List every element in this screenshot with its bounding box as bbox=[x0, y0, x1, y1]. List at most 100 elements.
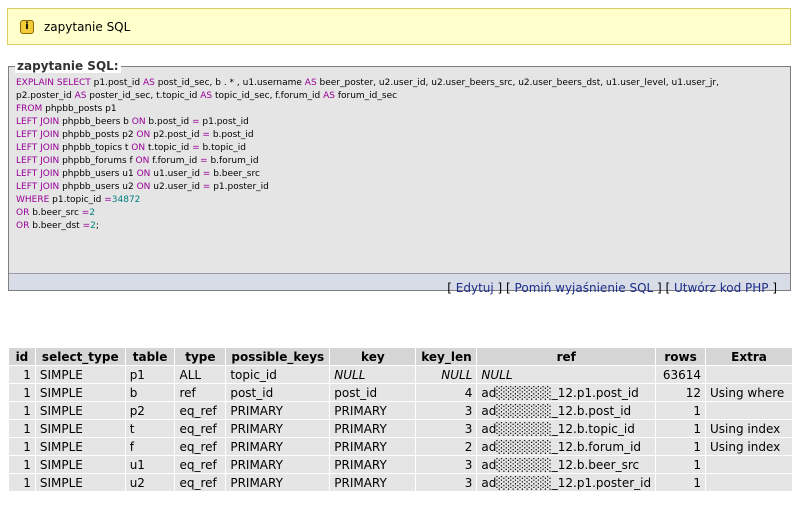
create-php-code-link[interactable]: Utwórz kod PHP bbox=[674, 281, 768, 295]
table-cell-type: eq_ref bbox=[175, 402, 226, 419]
table-cell-id: 1 bbox=[9, 456, 35, 473]
sql-keyword: = bbox=[192, 117, 200, 127]
table-cell-possible-keys: post_id bbox=[226, 384, 330, 401]
sql-line: OR b.beer_dst =2; bbox=[16, 220, 783, 233]
table-cell-select-type: SIMPLE bbox=[35, 402, 125, 419]
table-cell-table: b bbox=[125, 384, 175, 401]
table-cell-table: f bbox=[125, 438, 175, 455]
table-cell-rows: 12 bbox=[656, 384, 706, 401]
column-header-possible-keys: possible_keys bbox=[226, 348, 330, 365]
table-cell-type: ref bbox=[175, 384, 226, 401]
table-cell-possible-keys: PRIMARY bbox=[226, 474, 330, 491]
sql-text: p1.post_id bbox=[90, 78, 143, 88]
table-row: 1 SIMPLE p1 ALL topic_id NULL NULL NULL 63614 bbox=[9, 366, 792, 383]
table-cell-ref: ad░░░░░░_12.p1.post_id bbox=[477, 384, 656, 401]
table-cell-rows: 1 bbox=[656, 456, 706, 473]
sql-keyword: LEFT JOIN bbox=[16, 156, 60, 166]
skip-explain-link[interactable]: Pomiń wyjaśnienie SQL bbox=[515, 281, 654, 295]
sql-number: 34872 bbox=[111, 195, 141, 205]
sql-line: LEFT JOIN phpbb_users u2 ON u2.user_id =… bbox=[16, 181, 783, 194]
sql-text: p1.topic_id bbox=[49, 195, 105, 205]
sql-keyword: ON bbox=[136, 182, 151, 192]
column-header-table: table bbox=[125, 348, 175, 365]
table-cell-type: eq_ref bbox=[175, 474, 226, 491]
table-cell-rows: 1 bbox=[656, 420, 706, 437]
table-cell-rows: 1 bbox=[656, 402, 706, 419]
sql-keyword: = bbox=[104, 195, 112, 205]
sql-line: p2.poster_id AS poster_id_sec, t.topic_i… bbox=[16, 90, 783, 103]
sql-line: LEFT JOIN phpbb_posts p2 ON p2.post_id =… bbox=[16, 129, 783, 142]
table-cell-key: PRIMARY bbox=[330, 402, 416, 419]
sql-keyword: LEFT JOIN bbox=[16, 169, 60, 179]
sql-keyword: ON bbox=[135, 156, 150, 166]
table-cell-key: post_id bbox=[330, 384, 416, 401]
sql-keyword: = bbox=[200, 156, 208, 166]
edit-link[interactable]: Edytuj bbox=[456, 281, 494, 295]
sql-text: post_id_sec, b . * , u1.username bbox=[154, 78, 305, 88]
sql-text: phpbb_users u1 bbox=[59, 169, 137, 179]
table-row: 1 SIMPLE p2 eq_ref PRIMARY PRIMARY 3 ad░░░░░░_1… bbox=[9, 402, 792, 419]
column-header-select-type: select_type bbox=[35, 348, 125, 365]
table-cell-key-len: 3 bbox=[416, 420, 477, 437]
table-cell-id: 1 bbox=[9, 438, 35, 455]
table-cell-type: eq_ref bbox=[175, 438, 226, 455]
sql-text: topic_id_sec, f.forum_id bbox=[212, 91, 324, 101]
table-cell-table: t bbox=[125, 420, 175, 437]
table-cell-ref: ad░░░░░░_12.b.topic_id bbox=[477, 420, 656, 437]
notice-text: zapytanie SQL bbox=[44, 19, 131, 34]
table-cell-possible-keys: topic_id bbox=[226, 366, 330, 383]
table-cell-key: NULL bbox=[330, 366, 416, 383]
table-cell-key: PRIMARY bbox=[330, 474, 416, 491]
table-cell-possible-keys: PRIMARY bbox=[226, 438, 330, 455]
table-cell-ref: NULL bbox=[477, 366, 656, 383]
sql-text: forum_id_sec bbox=[334, 91, 398, 101]
table-cell-key-len: 4 bbox=[416, 384, 477, 401]
sql-text: t.topic_id bbox=[145, 143, 193, 153]
sql-keyword: AS bbox=[304, 78, 317, 88]
table-row: 1 SIMPLE b ref post_id post_id 4 ad░░░░░░_12.p1… bbox=[9, 384, 792, 401]
table-cell-ref: ad░░░░░░_12.p1.poster_id bbox=[477, 474, 656, 491]
table-cell-extra bbox=[706, 402, 792, 419]
sql-keyword: ON bbox=[131, 143, 146, 153]
sql-query-box: zapytanie SQL: EXPLAIN SELECT p1.post_id… bbox=[8, 59, 791, 295]
table-cell-rows: 1 bbox=[656, 438, 706, 455]
column-header-rows: rows bbox=[656, 348, 706, 365]
table-cell-extra bbox=[706, 366, 792, 383]
table-cell-select-type: SIMPLE bbox=[35, 474, 125, 491]
sql-keyword: LEFT JOIN bbox=[16, 130, 60, 140]
table-cell-ref: ad░░░░░░_12.b.beer_src bbox=[477, 456, 656, 473]
table-cell-extra bbox=[706, 474, 792, 491]
table-cell-key-len: 3 bbox=[416, 456, 477, 473]
explain-results-table: id select_type table type possible_keys key ke… bbox=[8, 347, 793, 492]
sql-line: OR b.beer_src =2 bbox=[16, 207, 783, 220]
column-header-key-len: key_len bbox=[416, 348, 477, 365]
table-cell-type: eq_ref bbox=[175, 456, 226, 473]
table-cell-select-type: SIMPLE bbox=[35, 384, 125, 401]
sql-line: EXPLAIN SELECT p1.post_id AS post_id_sec… bbox=[16, 77, 783, 90]
sql-text: p1.poster_id bbox=[210, 182, 269, 192]
table-cell-possible-keys: PRIMARY bbox=[226, 456, 330, 473]
sql-keyword: ON bbox=[136, 130, 151, 140]
sql-text: phpbb_beers b bbox=[59, 117, 132, 127]
table-cell-select-type: SIMPLE bbox=[35, 456, 125, 473]
sql-keyword: = bbox=[202, 130, 210, 140]
table-cell-extra: Using index bbox=[706, 420, 792, 437]
sql-keyword: LEFT JOIN bbox=[16, 182, 60, 192]
sql-text: p2.poster_id bbox=[16, 91, 75, 101]
table-cell-id: 1 bbox=[9, 474, 35, 491]
table-cell-key: PRIMARY bbox=[330, 456, 416, 473]
sql-keyword: EXPLAIN SELECT bbox=[16, 78, 91, 88]
sql-text: b.forum_id bbox=[207, 156, 259, 166]
table-cell-id: 1 bbox=[9, 420, 35, 437]
notice-banner: i zapytanie SQL bbox=[7, 8, 791, 45]
table-cell-ref: ad░░░░░░_12.b.forum_id bbox=[477, 438, 656, 455]
table-cell-table: p1 bbox=[125, 366, 175, 383]
table-row: 1 SIMPLE u2 eq_ref PRIMARY PRIMARY 3 ad░░░░░░_1… bbox=[9, 474, 792, 491]
sql-line: LEFT JOIN phpbb_forums f ON f.forum_id =… bbox=[16, 155, 783, 168]
table-cell-id: 1 bbox=[9, 402, 35, 419]
sql-keyword: = bbox=[192, 143, 200, 153]
sql-keyword: OR bbox=[16, 221, 30, 231]
table-row: 1 SIMPLE f eq_ref PRIMARY PRIMARY 2 ad░░░░░░_12… bbox=[9, 438, 792, 455]
info-icon: i bbox=[20, 19, 34, 34]
table-cell-key-len: NULL bbox=[416, 366, 477, 383]
